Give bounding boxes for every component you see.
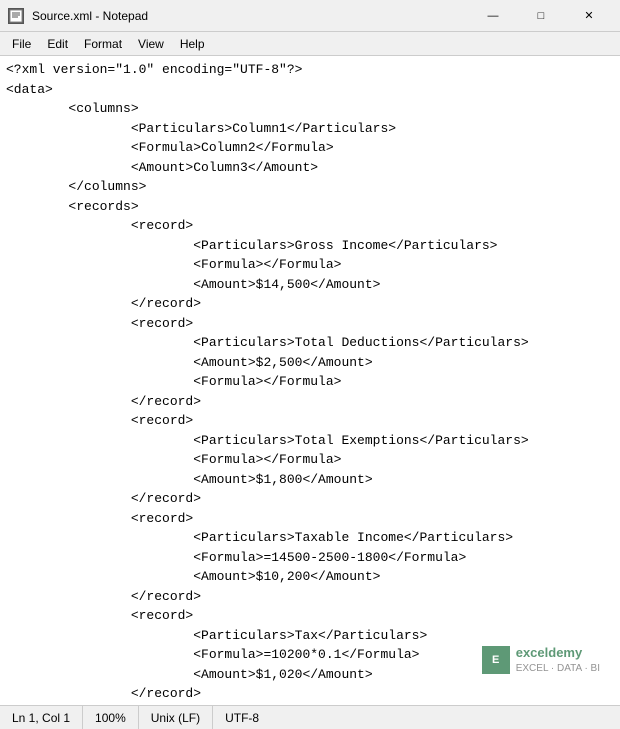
window-title: Source.xml - Notepad [32, 9, 148, 23]
status-line-ending: Unix (LF) [139, 706, 213, 729]
status-bar: Ln 1, Col 1 100% Unix (LF) UTF-8 [0, 705, 620, 729]
close-button[interactable]: ✕ [566, 2, 612, 30]
brand-tagline: EXCEL · DATA · BI [516, 662, 600, 675]
menu-bar: File Edit Format View Help [0, 32, 620, 56]
editor-container: <?xml version="1.0" encoding="UTF-8"?> <… [0, 56, 620, 705]
menu-file[interactable]: File [4, 33, 39, 55]
minimize-button[interactable]: — [470, 2, 516, 30]
maximize-button[interactable]: □ [518, 2, 564, 30]
brand-name: exceldemy [516, 645, 600, 662]
menu-edit[interactable]: Edit [39, 33, 76, 55]
title-bar-controls: — □ ✕ [470, 2, 612, 30]
menu-view[interactable]: View [130, 33, 172, 55]
menu-help[interactable]: Help [172, 33, 213, 55]
title-bar-left: Source.xml - Notepad [8, 8, 148, 24]
menu-format[interactable]: Format [76, 33, 130, 55]
status-zoom: 100% [83, 706, 139, 729]
notepad-icon [8, 8, 24, 24]
status-encoding: UTF-8 [213, 706, 271, 729]
watermark-text: exceldemy EXCEL · DATA · BI [516, 645, 600, 675]
title-bar: Source.xml - Notepad — □ ✕ [0, 0, 620, 32]
watermark-icon: E [482, 646, 510, 674]
watermark: E exceldemy EXCEL · DATA · BI [482, 645, 600, 675]
editor-content[interactable]: <?xml version="1.0" encoding="UTF-8"?> <… [0, 56, 620, 705]
status-position: Ln 1, Col 1 [0, 706, 83, 729]
